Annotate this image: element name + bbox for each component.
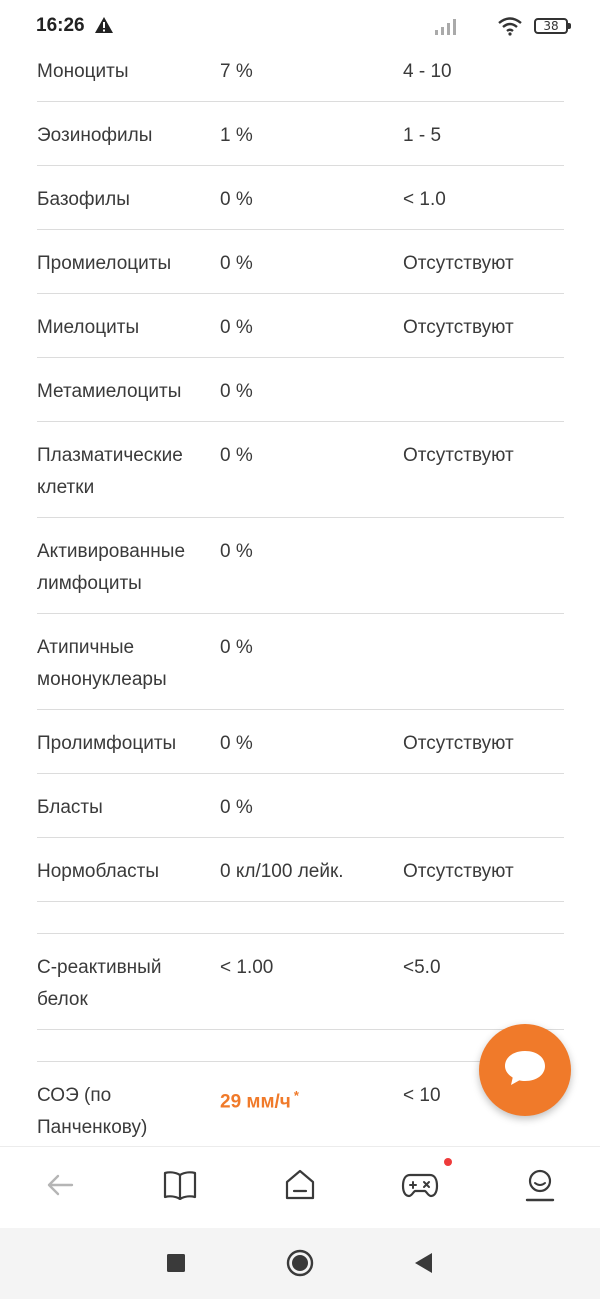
- system-navigation-bar: [0, 1228, 600, 1299]
- result-value: 7 %: [220, 61, 253, 82]
- nav-library[interactable]: [158, 1165, 202, 1209]
- home-icon: [283, 1168, 317, 1207]
- result-reference: <5.0: [403, 957, 441, 978]
- result-name: Метамиелоциты: [37, 381, 182, 402]
- result-value: 0 %: [220, 541, 253, 562]
- table-row: Моноциты 7 % 4 - 10: [37, 38, 564, 102]
- result-name: Плазматические клетки: [37, 445, 183, 498]
- result-value: 0 %: [220, 797, 253, 818]
- home-system-button[interactable]: [285, 1249, 315, 1282]
- back-arrow-icon: [45, 1173, 75, 1202]
- nav-profile[interactable]: [518, 1165, 562, 1209]
- screen: 16:26 38 Моноциты 7 % 4 - 10 Эозинофилы …: [0, 0, 600, 1299]
- result-value: 0 %: [220, 733, 253, 754]
- table-row: С-реактивный белок < 1.00 <5.0: [37, 934, 564, 1030]
- abnormal-mark: *: [293, 1088, 299, 1103]
- table-row: Базофилы 0 % < 1.0: [37, 166, 564, 230]
- result-name: Миелоциты: [37, 317, 140, 338]
- recent-apps-button[interactable]: [161, 1250, 191, 1280]
- table-row: Миелоциты 0 % Отсутствуют: [37, 294, 564, 358]
- chat-bubble-icon: [502, 1048, 548, 1093]
- table-row: Эозинофилы 1 % 1 - 5: [37, 102, 564, 166]
- warning-icon: [94, 16, 114, 39]
- result-name: Пролимфоциты: [37, 733, 177, 754]
- result-value: 0 %: [220, 317, 253, 338]
- result-value-text: 29 мм/ч: [220, 1091, 291, 1113]
- result-reference: Отсутствуют: [403, 445, 514, 466]
- result-name: Моноциты: [37, 61, 129, 82]
- table-row: Метамиелоциты 0 %: [37, 358, 564, 422]
- result-name: Нормобласты: [37, 861, 160, 882]
- table-row: Атипичные мононуклеары 0 %: [37, 614, 564, 710]
- result-value: 1 %: [220, 125, 253, 146]
- battery-icon: 38: [534, 18, 571, 34]
- result-value: 0 %: [220, 445, 253, 466]
- result-reference: 1 - 5: [403, 125, 442, 146]
- result-reference: Отсутствуют: [403, 733, 514, 754]
- gamepad-icon: [401, 1170, 439, 1205]
- result-value-abnormal: 29 мм/ч *: [220, 1080, 400, 1118]
- result-name: Базофилы: [37, 189, 130, 210]
- result-value: 0 %: [220, 381, 253, 402]
- back-system-button[interactable]: [408, 1250, 438, 1280]
- square-icon: [166, 1253, 186, 1278]
- result-name: Активированные лимфоциты: [37, 541, 186, 594]
- result-name: Атипичные мононуклеары: [37, 637, 167, 690]
- result-reference: 4 - 10: [403, 61, 452, 82]
- result-name: Промиелоциты: [37, 253, 172, 274]
- result-name: Бласты: [37, 797, 103, 818]
- chat-button[interactable]: [479, 1024, 571, 1116]
- result-reference: Отсутствуют: [403, 861, 514, 882]
- result-name: СОЭ (по Панченкову): [37, 1085, 148, 1138]
- nav-home[interactable]: [278, 1165, 322, 1209]
- result-value: 0 %: [220, 637, 253, 658]
- result-value: 0 кл/100 лейк.: [220, 861, 344, 882]
- table-row: Активированные лимфоциты 0 %: [37, 518, 564, 614]
- nav-games[interactable]: [398, 1165, 442, 1209]
- circle-icon: [286, 1249, 314, 1282]
- result-reference: < 1.0: [403, 189, 446, 210]
- table-row: Бласты 0 %: [37, 774, 564, 838]
- profile-icon: [524, 1168, 556, 1207]
- result-value: < 1.00: [220, 957, 274, 978]
- book-icon: [163, 1170, 197, 1205]
- results-table: Моноциты 7 % 4 - 10 Эозинофилы 1 % 1 - 5…: [37, 38, 564, 1158]
- result-reference: Отсутствуют: [403, 317, 514, 338]
- result-name: С-реактивный белок: [37, 957, 162, 1010]
- result-reference: Отсутствуют: [403, 253, 514, 274]
- notification-dot: [444, 1158, 452, 1166]
- result-value: 0 %: [220, 253, 253, 274]
- table-spacer-row: [37, 902, 564, 934]
- table-row: Плазматические клетки 0 % Отсутствуют: [37, 422, 564, 518]
- triangle-back-icon: [413, 1252, 433, 1279]
- nav-back[interactable]: [38, 1165, 82, 1209]
- table-row: Промиелоциты 0 % Отсутствуют: [37, 230, 564, 294]
- bottom-navigation: [0, 1146, 600, 1229]
- table-row: Нормобласты 0 кл/100 лейк. Отсутствуют: [37, 838, 564, 902]
- status-time: 16:26: [36, 15, 85, 36]
- table-row: Пролимфоциты 0 % Отсутствуют: [37, 710, 564, 774]
- result-name: Эозинофилы: [37, 125, 153, 146]
- result-value: 0 %: [220, 189, 253, 210]
